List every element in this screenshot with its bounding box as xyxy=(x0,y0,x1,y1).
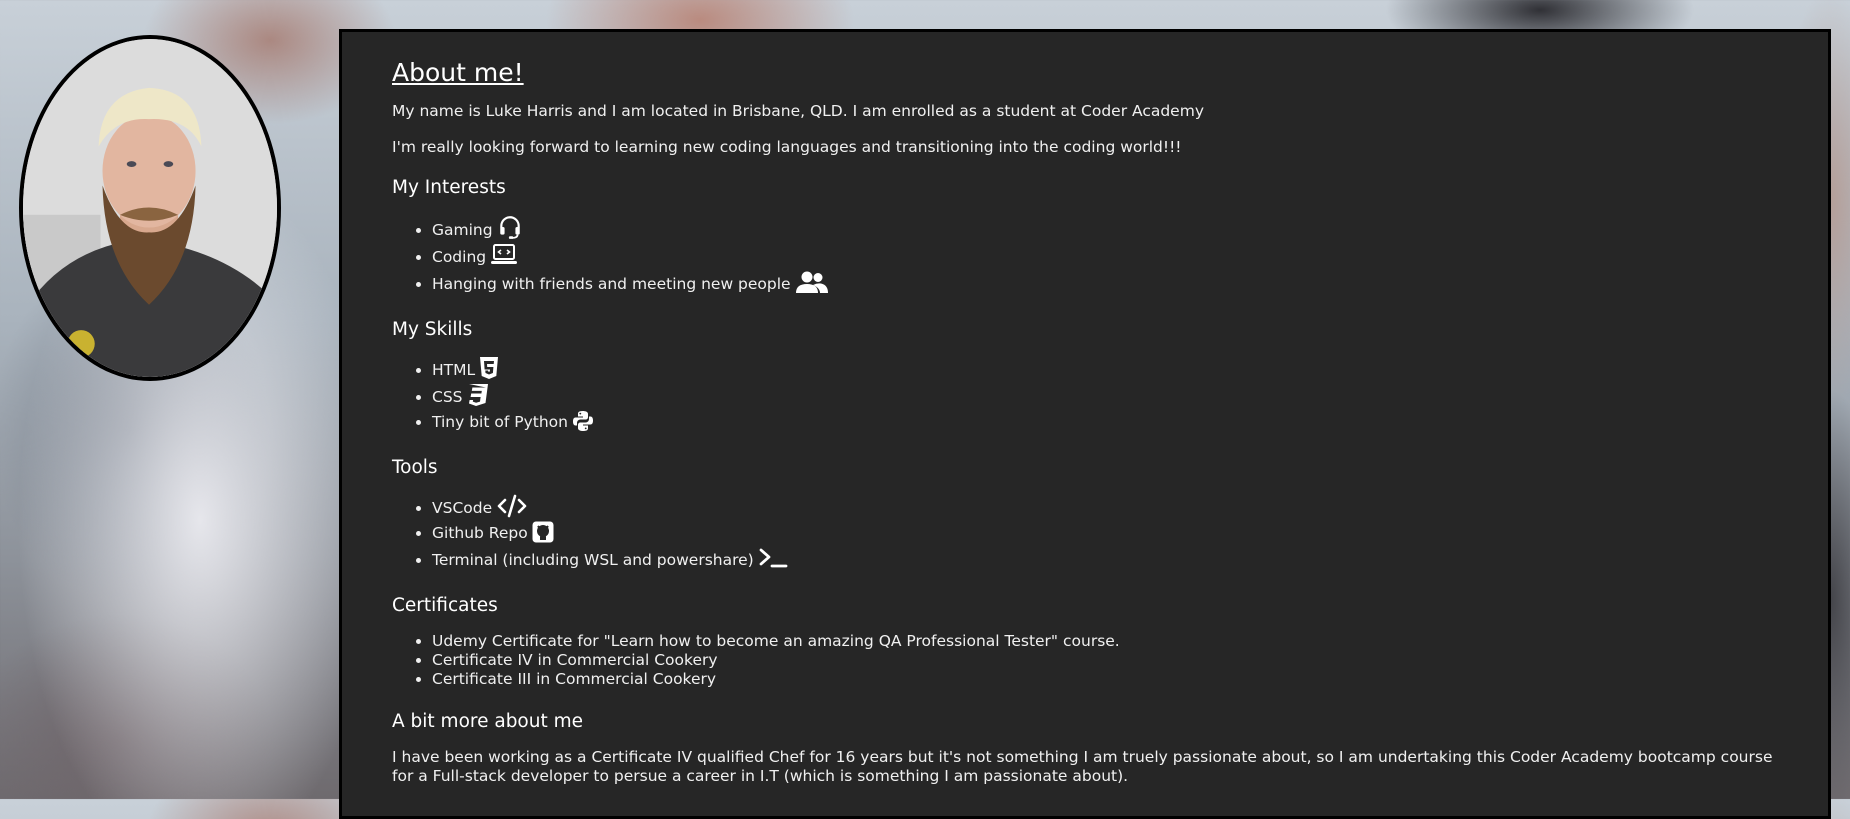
laptop-code-icon xyxy=(490,243,518,267)
css3-icon xyxy=(467,383,489,407)
list-item: Certificate III in Commercial Cookery xyxy=(432,670,1778,689)
list-item: VSCode xyxy=(432,494,1778,521)
certificates-heading: Certificates xyxy=(392,595,498,616)
about-panel: About me! My name is Luke Harris and I a… xyxy=(339,29,1831,819)
list-item: Certificate IV in Commercial Cookery xyxy=(432,651,1778,670)
certificates-list: Udemy Certificate for "Learn how to beco… xyxy=(392,632,1778,689)
list-item: Udemy Certificate for "Learn how to beco… xyxy=(432,632,1778,651)
more-heading: A bit more about me xyxy=(392,711,584,732)
list-item: HTML xyxy=(432,356,1778,383)
intro-text: My name is Luke Harris and I am located … xyxy=(392,102,1204,120)
list-item: Terminal (including WSL and powershare) xyxy=(432,546,1778,573)
interest-label: Coding xyxy=(432,248,487,266)
interest-label: Gaming xyxy=(432,221,493,239)
code-icon xyxy=(496,494,528,518)
list-item: Tiny bit of Python xyxy=(432,410,1778,435)
tools-heading: Tools xyxy=(392,457,438,478)
page-title: About me! xyxy=(392,58,524,87)
headset-icon xyxy=(497,214,523,240)
profile-photo xyxy=(19,35,281,381)
skills-heading: My Skills xyxy=(392,319,473,340)
interests-list: Gaming Coding Hanging with friends and m… xyxy=(392,214,1778,297)
list-item: Coding xyxy=(432,243,1778,270)
tools-list: VSCode Github Repo Terminal (including W… xyxy=(392,494,1778,573)
tool-label: Github Repo xyxy=(432,524,528,542)
tool-label: VSCode xyxy=(432,499,493,517)
tool-label: Terminal (including WSL and powershare) xyxy=(432,551,754,569)
skill-label: Tiny bit of Python xyxy=(432,413,568,431)
forward-text: I'm really looking forward to learning n… xyxy=(392,138,1182,156)
html5-icon xyxy=(479,356,499,380)
list-item: CSS xyxy=(432,383,1778,410)
interest-label: Hanging with friends and meeting new peo… xyxy=(432,275,791,293)
user-group-icon xyxy=(795,270,829,294)
skills-list: HTML CSS Tiny bit of Python xyxy=(392,356,1778,435)
skill-label: HTML xyxy=(432,361,476,379)
list-item: Gaming xyxy=(432,214,1778,243)
interests-heading: My Interests xyxy=(392,177,506,198)
list-item: Github Repo xyxy=(432,521,1778,546)
skill-label: CSS xyxy=(432,388,463,406)
terminal-icon xyxy=(758,546,788,570)
github-icon xyxy=(532,521,554,543)
more-text: I have been working as a Certificate IV … xyxy=(392,748,1773,785)
python-icon xyxy=(572,410,594,432)
list-item: Hanging with friends and meeting new peo… xyxy=(432,270,1778,297)
